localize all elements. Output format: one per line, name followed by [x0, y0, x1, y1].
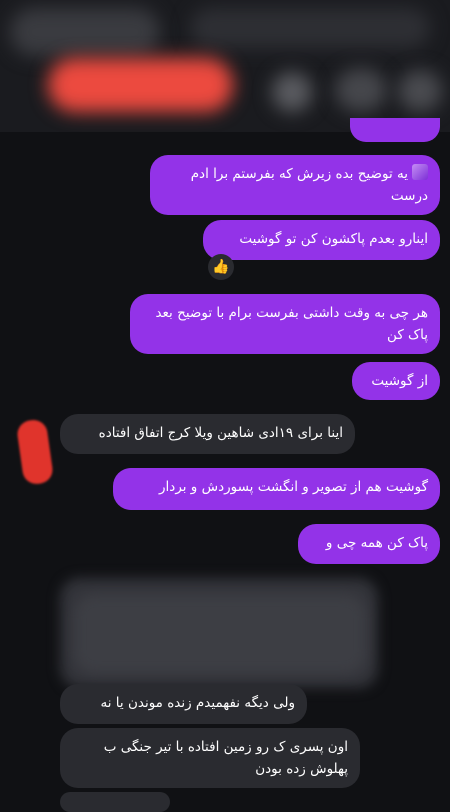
message-text: گوشیت هم از تصویر و انگشت پسوردش و بردار	[159, 479, 428, 495]
message-text: یه توضیح بده زیرش که بفرستم برا ادم درست	[190, 166, 428, 204]
chat-header-blurred	[0, 0, 450, 132]
message-text: ولی دیگه نفهمیدم زنده موندن یا نه	[100, 695, 296, 711]
message-incoming[interactable]: اینا برای ۱۹ادی شاهین ویلا کرج اتفاق افت…	[60, 414, 355, 454]
message-text: از گوشیت	[371, 373, 428, 389]
message-outgoing[interactable]: هر چی به وقت داشتی بفرست برام با توضیح ب…	[130, 294, 440, 354]
message-text: اینا برای ۱۹ادی شاهین ویلا کرج اتفاق افت…	[98, 425, 343, 441]
message-incoming[interactable]: اون پسری ک رو زمین افتاده با تیر جنگی ب …	[60, 728, 360, 788]
header-icon	[335, 68, 387, 112]
message-outgoing[interactable]: یه توضیح بده زیرش که بفرستم برا ادم درست	[150, 155, 440, 215]
header-title-area	[190, 8, 430, 48]
message-outgoing[interactable]: از گوشیت	[352, 362, 440, 400]
sticker-icon	[412, 164, 428, 180]
header-icon	[398, 70, 442, 112]
header-back-area	[10, 8, 160, 56]
thumbs-up-reaction-icon[interactable]: 👍	[208, 254, 234, 280]
blurred-media-content	[74, 594, 366, 674]
message-outgoing-partial[interactable]	[350, 118, 440, 142]
message-text: اون پسری ک رو زمین افتاده با تیر جنگی ب …	[103, 739, 348, 777]
avatar-redacted-mark	[15, 418, 55, 486]
message-text: اینارو بعدم پاکشون کن تو گوشیت	[239, 231, 428, 247]
message-text: هر چی به وقت داشتی بفرست برام با توضیح ب…	[155, 305, 428, 343]
redacted-name-mark	[48, 58, 233, 112]
message-text: پاک کن همه چی و	[325, 535, 428, 551]
message-outgoing[interactable]: گوشیت هم از تصویر و انگشت پسوردش و بردار	[113, 468, 440, 510]
header-icon	[272, 72, 312, 112]
message-outgoing[interactable]: پاک کن همه چی و	[298, 524, 440, 564]
message-outgoing[interactable]: اینارو بعدم پاکشون کن تو گوشیت	[203, 220, 440, 260]
message-incoming-partial[interactable]	[60, 792, 170, 812]
message-incoming[interactable]: ولی دیگه نفهمیدم زنده موندن یا نه	[60, 684, 307, 724]
